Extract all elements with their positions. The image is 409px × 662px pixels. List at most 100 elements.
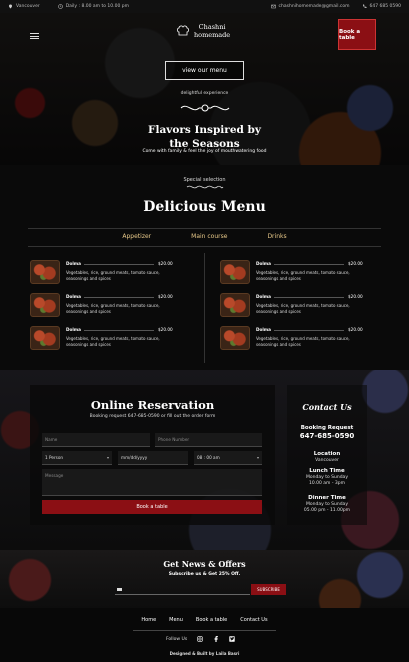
- tab-appetizer[interactable]: Appetizer: [122, 233, 151, 240]
- hours-info: Daily : 8.00 am to 10.00 pm: [57, 4, 129, 9]
- column-divider: [204, 253, 205, 363]
- menu-column-left: Dolma $20.00 Vegetables, rice, ground me…: [30, 260, 180, 359]
- location-info: Vancouver: [8, 4, 40, 9]
- message-textarea[interactable]: Message: [42, 469, 262, 496]
- dish-price: $20.00: [158, 294, 173, 299]
- top-info-bar: Vancouver Daily : 8.00 am to 10.00 pm ch…: [0, 0, 409, 13]
- contact-title: Contact Us: [302, 402, 352, 412]
- dish-name: Dolma: [66, 294, 81, 299]
- dish-image: [220, 326, 250, 350]
- dish-dotted-line: [84, 330, 154, 331]
- reservation-title: Online Reservation: [90, 398, 215, 412]
- menu-item[interactable]: Dolma $20.00 Vegetables, rice, ground me…: [30, 260, 180, 293]
- location-text: Vancouver: [16, 4, 40, 9]
- dish-image: [220, 260, 250, 284]
- dish-description: Vegetables, rice, ground meats, tomato s…: [66, 336, 160, 347]
- location-value: Vancouver: [315, 458, 339, 463]
- footer: Home Menu Book a table Contact Us Follow…: [0, 608, 409, 662]
- dish-description: Vegetables, rice, ground meats, tomato s…: [256, 270, 350, 281]
- follow-us: Follow Us: [166, 636, 235, 642]
- book-table-badge[interactable]: Book a table: [338, 19, 376, 50]
- date-field[interactable]: mm/dd/yyyy: [118, 451, 188, 465]
- tab-main-course[interactable]: Main course: [191, 233, 227, 240]
- persons-value: 1 Person: [45, 455, 64, 460]
- logo-line2: homemade: [194, 31, 231, 39]
- dish-dotted-line: [84, 297, 154, 298]
- menu-tabs: Appetizer Main course Drinks: [0, 233, 409, 240]
- view-menu-button[interactable]: view our menu: [165, 61, 244, 80]
- footer-link-menu[interactable]: Menu: [169, 617, 183, 623]
- special-selection-label: Special selection: [183, 177, 226, 183]
- tab-drinks[interactable]: Drinks: [267, 233, 286, 240]
- email-text[interactable]: chashnihomemade@gmail.com: [279, 4, 350, 9]
- footer-link-book[interactable]: Book a table: [196, 617, 227, 623]
- hero-tagline: delightful experience: [180, 91, 229, 96]
- footer-link-home[interactable]: Home: [141, 617, 156, 623]
- mail-icon: [270, 4, 276, 9]
- newsletter-subtitle: Subscribe us & Get 25% Off.: [168, 572, 241, 577]
- dish-price: $20.00: [158, 327, 173, 332]
- phone-field[interactable]: Phone Number: [155, 433, 262, 447]
- dish-dotted-line: [84, 264, 154, 265]
- name-field[interactable]: Name: [42, 433, 150, 447]
- persons-select[interactable]: 1 Person ▾: [42, 451, 112, 465]
- phone-info[interactable]: 647 685 0590: [362, 4, 402, 9]
- squiggle-divider-icon: [186, 185, 224, 189]
- site-logo[interactable]: Chashni homemade: [176, 23, 230, 39]
- book-table-button[interactable]: Book a table: [42, 500, 262, 514]
- newsletter-section: Get News & Offers Subscribe us & Get 25%…: [0, 550, 409, 608]
- dish-description: Vegetables, rice, ground meats, tomato s…: [256, 303, 350, 314]
- subscribe-button[interactable]: SUBSCRIBE: [251, 584, 286, 595]
- footer-divider: [133, 630, 276, 631]
- dish-name: Dolma: [66, 261, 81, 266]
- reservation-form: Online Reservation Booking request 647-6…: [30, 385, 275, 525]
- email-info[interactable]: chashnihomemade@gmail.com: [270, 4, 350, 9]
- newsletter-email-input[interactable]: [115, 584, 250, 595]
- phone-text[interactable]: 647 685 0590: [370, 4, 402, 9]
- dish-dotted-line: [274, 330, 344, 331]
- logo-line1: Chashni: [198, 23, 226, 31]
- facebook-icon[interactable]: [213, 636, 219, 642]
- dish-image: [30, 326, 60, 350]
- menu-section: Special selection Delicious Menu Appetiz…: [0, 165, 409, 385]
- chevron-down-icon: ▾: [256, 455, 259, 460]
- dish-image: [220, 293, 250, 317]
- chevron-down-icon: ▾: [106, 455, 109, 460]
- dish-price: $20.00: [348, 261, 363, 266]
- twitter-icon[interactable]: [229, 636, 235, 642]
- dish-price: $20.00: [158, 261, 173, 266]
- dish-price: $20.00: [348, 327, 363, 332]
- tabs-bottom-divider: [28, 246, 381, 247]
- menu-item[interactable]: Dolma $20.00 Vegetables, rice, ground me…: [30, 293, 180, 326]
- reservation-subtitle: Booking request 647-685-0590 or fill out…: [89, 414, 216, 419]
- booking-phone[interactable]: 647-685-0590: [287, 432, 367, 440]
- footer-link-contact[interactable]: Contact Us: [240, 617, 267, 623]
- booking-label: Booking Request: [300, 425, 354, 431]
- mail-icon: [117, 588, 122, 591]
- dish-description: Vegetables, rice, ground meats, tomato s…: [256, 336, 350, 347]
- dish-image: [30, 293, 60, 317]
- menu-item[interactable]: Dolma $20.00 Vegetables, rice, ground me…: [220, 260, 370, 293]
- newsletter-title: Get News & Offers: [163, 559, 246, 569]
- menu-item[interactable]: Dolma $20.00 Vegetables, rice, ground me…: [30, 326, 180, 359]
- instagram-icon[interactable]: [197, 636, 203, 642]
- dish-dotted-line: [274, 264, 344, 265]
- date-value: mm/dd/yyyy: [121, 455, 148, 460]
- menu-column-right: Dolma $20.00 Vegetables, rice, ground me…: [220, 260, 370, 359]
- hamburger-menu-icon[interactable]: [30, 33, 39, 39]
- dish-description: Vegetables, rice, ground meats, tomato s…: [66, 303, 160, 314]
- hero-title-line1: Flavors Inspired by: [148, 124, 261, 136]
- dish-name: Dolma: [256, 327, 271, 332]
- menu-title: Delicious Menu: [143, 199, 266, 215]
- dish-dotted-line: [274, 297, 344, 298]
- menu-item[interactable]: Dolma $20.00 Vegetables, rice, ground me…: [220, 293, 370, 326]
- phone-icon: [362, 4, 366, 8]
- menu-item[interactable]: Dolma $20.00 Vegetables, rice, ground me…: [220, 326, 370, 359]
- dinner-label: Dinner Time: [308, 495, 346, 501]
- time-select[interactable]: 08 : 00 am ▾: [194, 451, 262, 465]
- dish-name: Dolma: [256, 294, 271, 299]
- lunch-label: Lunch Time: [309, 468, 345, 474]
- lunch-days: Monday to Sunday: [306, 475, 348, 480]
- lunch-hours: 10.00 am - 3pm: [308, 481, 346, 486]
- footer-credit: Designed & Built by Laila Basri: [169, 651, 240, 656]
